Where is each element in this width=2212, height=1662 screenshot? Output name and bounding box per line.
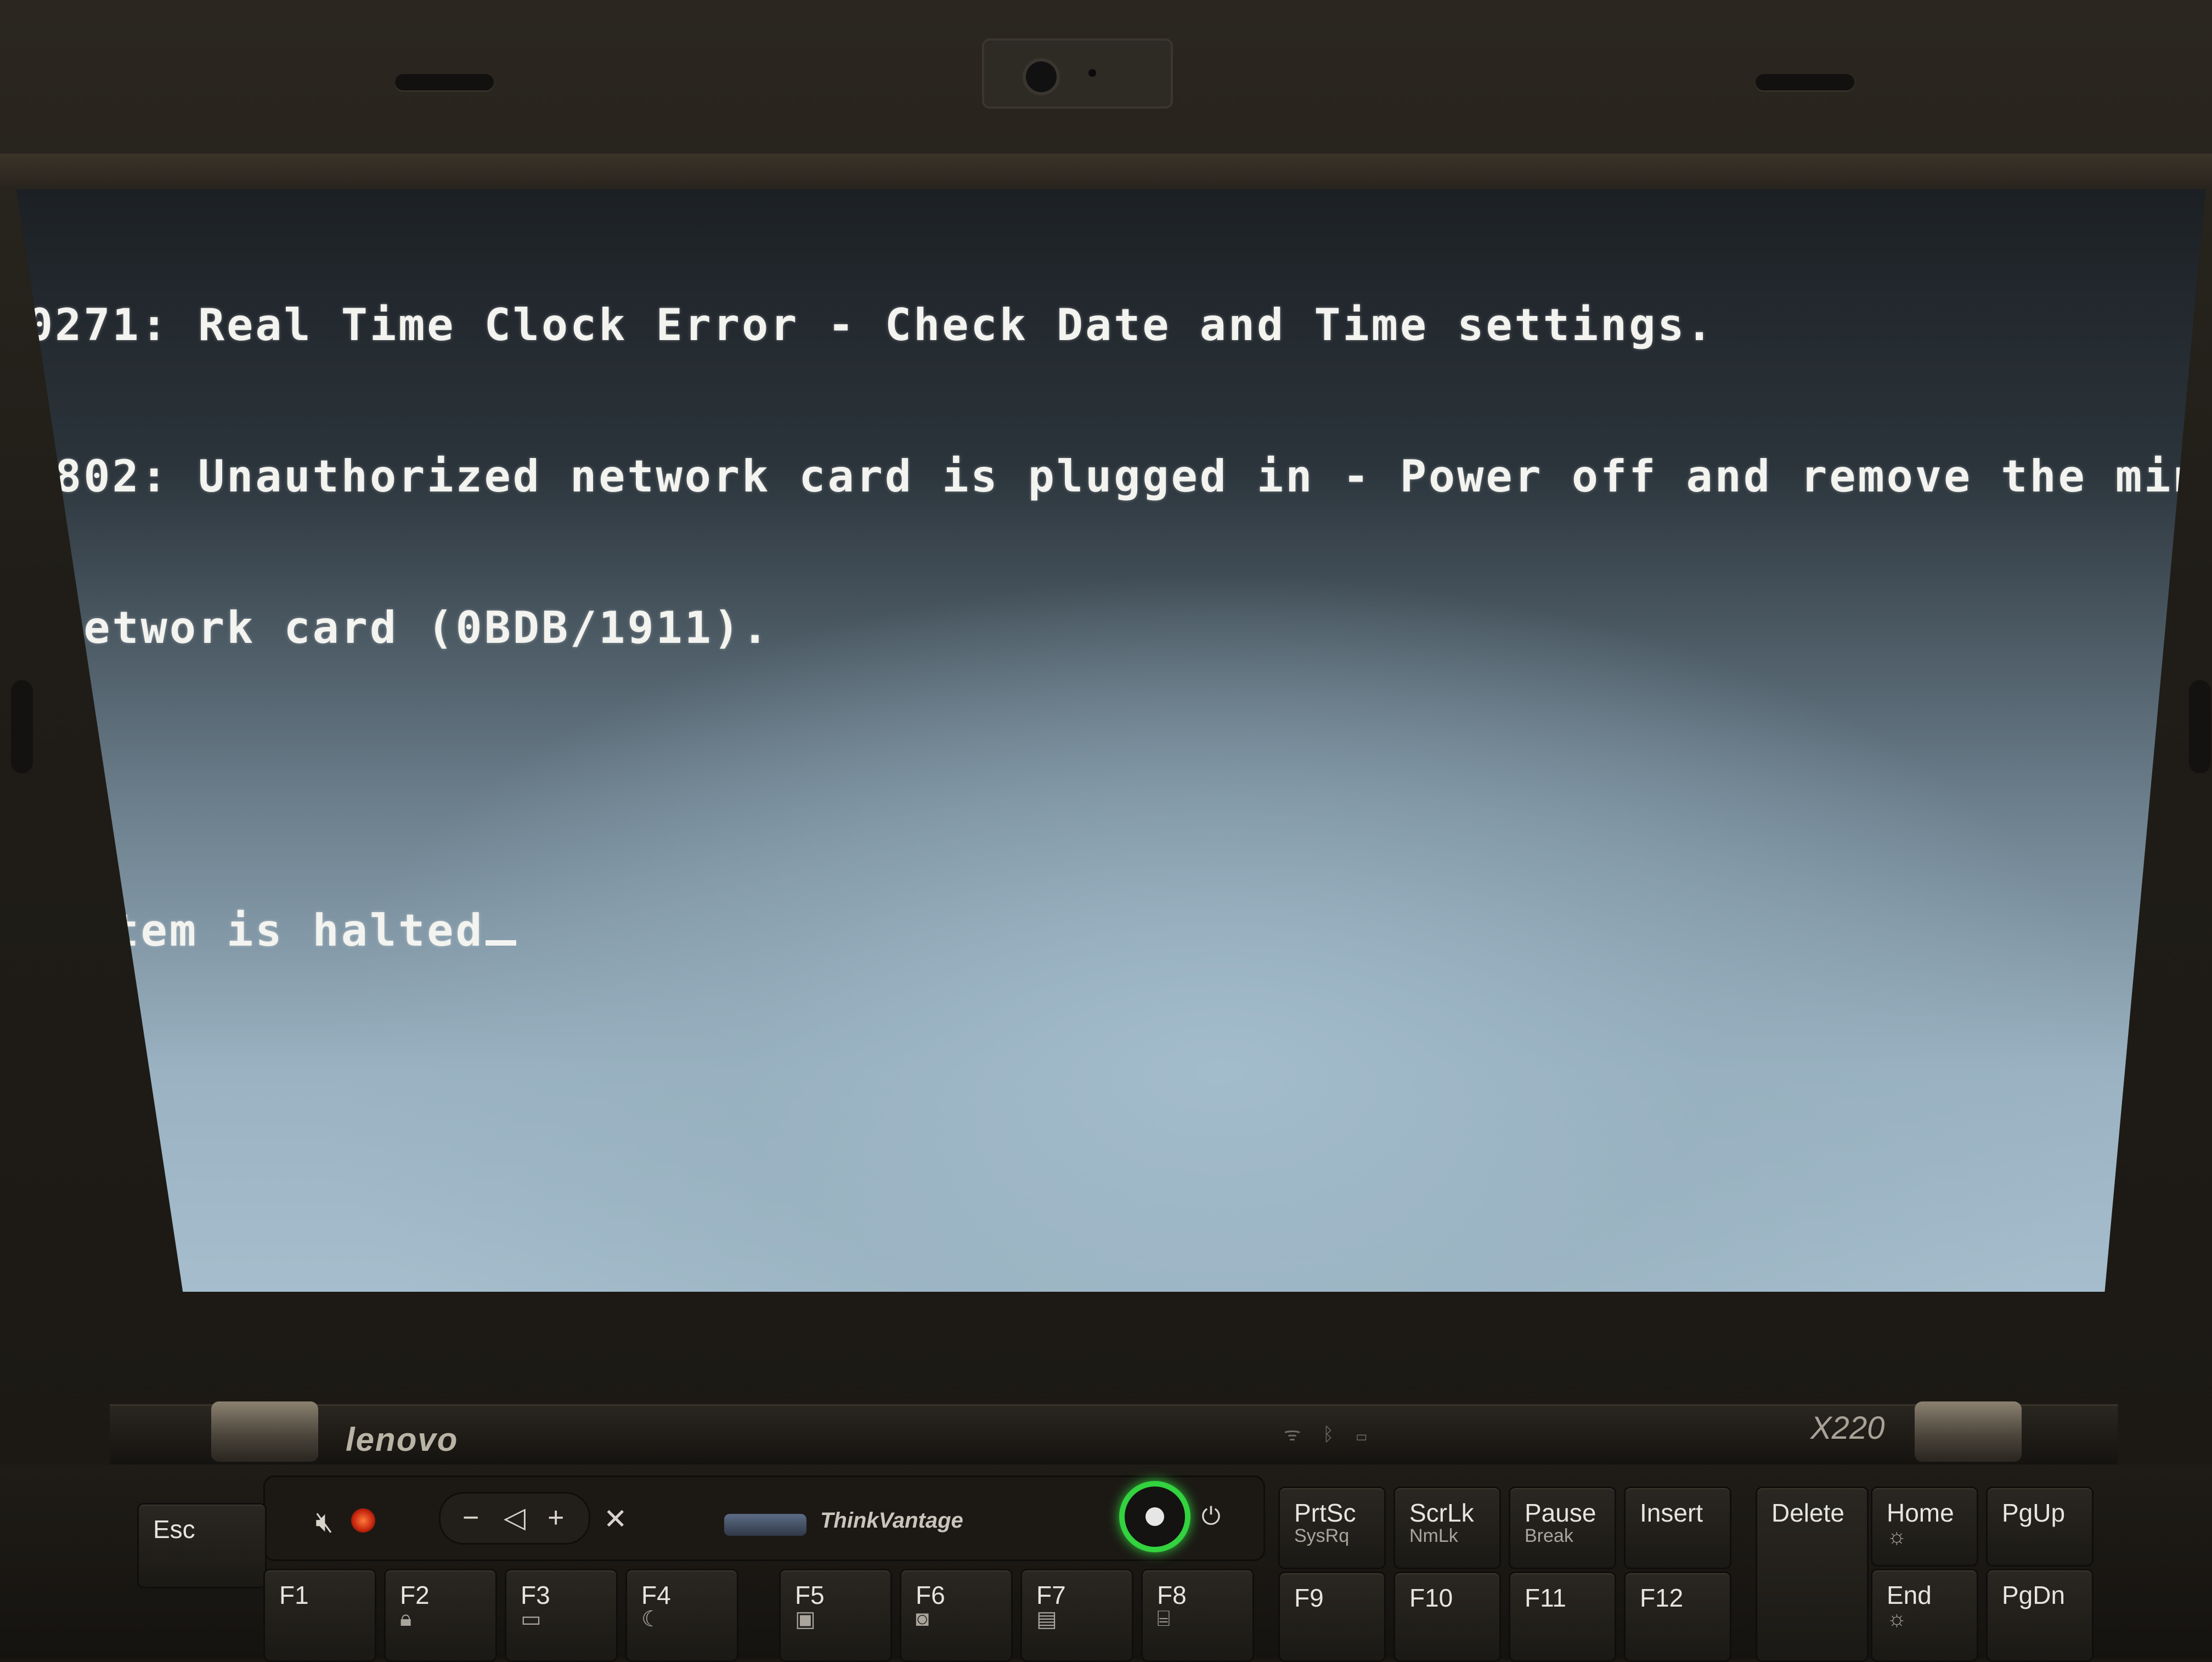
- scrlk-key-label: ScrLk: [1409, 1499, 1474, 1527]
- speaker-icon: ◁: [504, 1502, 526, 1534]
- mute-indicator-led: [351, 1508, 375, 1533]
- hinge-right: [1915, 1401, 2022, 1462]
- insert-key[interactable]: Insert: [1624, 1486, 1731, 1569]
- wifi-icon: ᯤ: [1284, 1424, 1323, 1445]
- f9-key-label: F9: [1294, 1584, 1324, 1612]
- speaker-mute-icon[interactable]: 🔇︎: [315, 1506, 334, 1539]
- battery-icon: ▭: [1356, 1424, 1389, 1445]
- wifi-icon: ⌸: [1157, 1607, 1170, 1631]
- battery-icon: ▭: [521, 1607, 541, 1631]
- end-key-label: End: [1887, 1581, 1932, 1609]
- sysrq-label: SysRq: [1294, 1525, 1350, 1546]
- delete-key-label: Delete: [1771, 1499, 1844, 1527]
- volume-up-button[interactable]: +: [548, 1501, 564, 1534]
- power-led: [1146, 1507, 1164, 1526]
- halt-line: System is halted: [26, 906, 2199, 956]
- esc-key-label: Esc: [153, 1515, 195, 1544]
- lid-latch-right: [1756, 74, 1854, 91]
- f12-key[interactable]: F12: [1624, 1571, 1731, 1662]
- prtsc-key-label: PrtSc: [1294, 1499, 1356, 1527]
- f2-key-label: F2: [400, 1581, 430, 1609]
- lid-top-strip: [0, 154, 2212, 186]
- lock-icon: 🔒︎: [400, 1607, 412, 1631]
- home-key[interactable]: Home ☼: [1871, 1486, 1978, 1567]
- f9-key[interactable]: F9: [1278, 1571, 1386, 1662]
- f7-key-label: F7: [1036, 1581, 1066, 1609]
- laptop-screen: 0271: Real Time Clock Error - Check Date…: [16, 189, 2205, 1292]
- projector-icon: ▤: [1036, 1607, 1057, 1631]
- break-label: Break: [1525, 1525, 1573, 1546]
- f12-key-label: F12: [1640, 1584, 1684, 1612]
- f10-key-label: F10: [1409, 1584, 1453, 1612]
- pause-key-label: Pause: [1525, 1499, 1596, 1527]
- webcam: [982, 38, 1173, 109]
- f10-key[interactable]: F10: [1393, 1571, 1501, 1662]
- home-key-label: Home: [1887, 1499, 1954, 1527]
- f1-key-label: F1: [279, 1581, 309, 1609]
- f3-key-label: F3: [521, 1581, 550, 1609]
- text-cursor: [485, 940, 516, 946]
- f11-key-label: F11: [1525, 1584, 1566, 1612]
- f3-key[interactable]: F3 ▭: [505, 1569, 618, 1662]
- pgup-key[interactable]: PgUp: [1986, 1486, 2094, 1567]
- lid-bumper-left: [11, 680, 33, 773]
- esc-key[interactable]: Esc: [137, 1503, 267, 1588]
- pgdn-key-label: PgDn: [2002, 1581, 2066, 1609]
- power-button[interactable]: [1119, 1481, 1190, 1552]
- delete-key[interactable]: Delete: [1756, 1486, 1869, 1662]
- brand-logo: lenovo: [346, 1421, 459, 1458]
- volume-buttons: − ◁ +: [439, 1492, 590, 1545]
- thinkvantage-label: ThinkVantage: [820, 1508, 963, 1533]
- camera-icon: ◙: [916, 1607, 929, 1631]
- f6-key-label: F6: [916, 1581, 945, 1609]
- f11-key[interactable]: F11: [1509, 1571, 1616, 1662]
- pgup-key-label: PgUp: [2002, 1499, 2066, 1527]
- f6-key[interactable]: F6 ◙: [900, 1569, 1013, 1662]
- power-icon: ⏻: [1201, 1503, 1221, 1530]
- bios-error-console: 0271: Real Time Clock Error - Check Date…: [26, 199, 2212, 956]
- lid-latch-left: [395, 74, 494, 91]
- f2-key[interactable]: F2 🔒︎: [384, 1569, 497, 1662]
- error-line-1802-continued: network card (0BDB/1911).: [26, 602, 771, 653]
- model-label: X220: [1810, 1410, 1885, 1446]
- f1-key[interactable]: F1: [263, 1569, 376, 1662]
- pause-key[interactable]: Pause Break: [1509, 1486, 1616, 1569]
- end-key[interactable]: End ☼: [1871, 1569, 1978, 1662]
- volume-down-button[interactable]: −: [462, 1501, 479, 1534]
- insert-key-label: Insert: [1640, 1499, 1703, 1527]
- f4-key[interactable]: F4 ☾: [625, 1569, 738, 1662]
- camera-indicator: [1088, 69, 1096, 77]
- f8-key[interactable]: F8 ⌸: [1141, 1569, 1254, 1662]
- f5-key[interactable]: F5 ▣: [779, 1569, 892, 1662]
- error-line-0271: 0271: Real Time Clock Error - Check Date…: [26, 299, 1715, 351]
- display-icon: ▣: [795, 1607, 816, 1631]
- nmlk-label: NmLk: [1409, 1525, 1458, 1546]
- camera-lens-icon: [1023, 58, 1060, 95]
- brightness-down-icon: ☼: [1887, 1607, 1907, 1631]
- f7-key[interactable]: F7 ▤: [1020, 1569, 1133, 1662]
- f4-key-label: F4: [641, 1581, 671, 1609]
- hinge-left: [211, 1401, 318, 1462]
- prtsc-key[interactable]: PrtSc SysRq: [1278, 1486, 1386, 1569]
- mic-mute-icon[interactable]: ✕: [603, 1503, 628, 1536]
- brightness-icon: ☼: [1887, 1524, 1907, 1548]
- f8-key-label: F8: [1157, 1581, 1187, 1609]
- thinkvantage-button[interactable]: [724, 1514, 806, 1536]
- moon-icon: ☾: [641, 1607, 661, 1631]
- error-line-1802: 1802: Unauthorized network card is plugg…: [26, 451, 2212, 502]
- f5-key-label: F5: [795, 1581, 825, 1609]
- scrlk-key[interactable]: ScrLk NmLk: [1393, 1486, 1501, 1569]
- pgdn-key[interactable]: PgDn: [1986, 1569, 2094, 1662]
- bluetooth-icon: ᛒ: [1323, 1424, 1356, 1445]
- status-indicators: ᯤᛒ▭: [1284, 1421, 1389, 1446]
- lid-bumper-right: [2189, 680, 2211, 773]
